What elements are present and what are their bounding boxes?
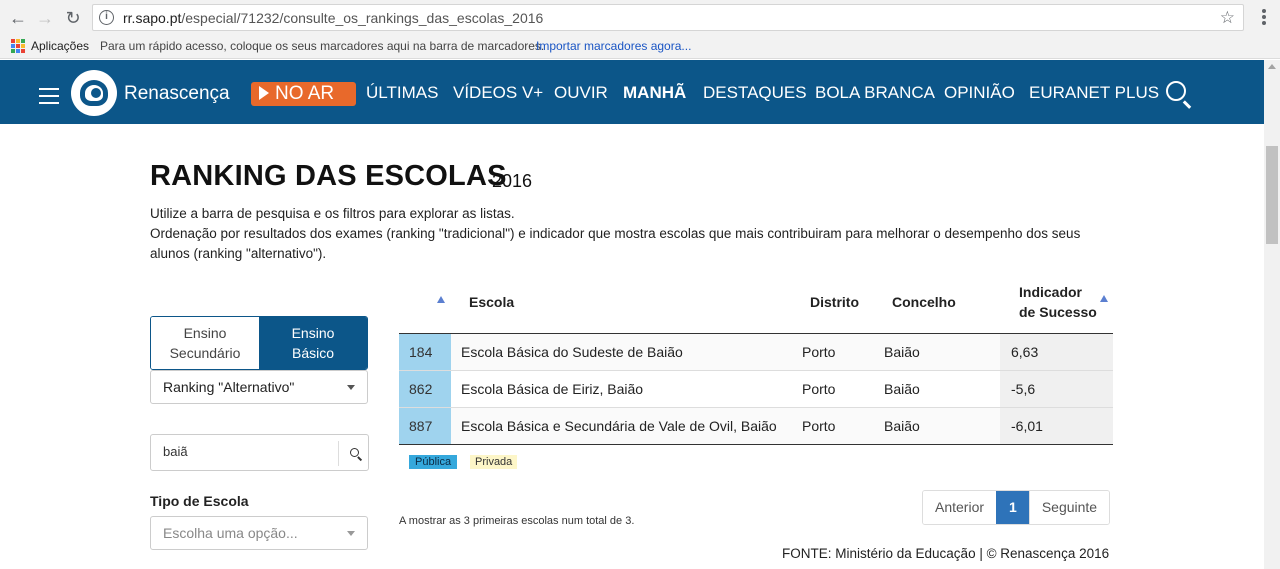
legend-publica: Pública xyxy=(409,455,458,469)
nav-euranet-plus[interactable]: EURANET PLUS xyxy=(1029,83,1159,103)
url-path: /especial/71232/consulte_os_rankings_das… xyxy=(181,10,544,26)
pagination: Anterior 1 Seguinte xyxy=(922,490,1111,525)
nav-opiniao[interactable]: OPINIÃO xyxy=(944,83,1015,103)
table-row[interactable]: 887 Escola Básica e Secundária de Vale d… xyxy=(399,408,1113,445)
ranking-select[interactable]: Ranking "Alternativo" xyxy=(150,370,368,404)
tab-line: Ensino xyxy=(183,325,227,341)
page-scrollbar[interactable] xyxy=(1264,60,1280,569)
intro-text: Utilize a barra de pesquisa e os filtros… xyxy=(150,204,1120,264)
table-header: Escola Distrito Concelho Indicador de Su… xyxy=(399,280,1113,334)
apps-grid-icon[interactable] xyxy=(11,39,25,53)
legend-privada: Privada xyxy=(470,455,518,469)
bookmarks-hint: Para um rápido acesso, coloque os seus m… xyxy=(100,39,545,53)
row-indicator: -5,6 xyxy=(1000,371,1113,407)
url-text[interactable]: rr.sapo.pt/especial/71232/consulte_os_ra… xyxy=(123,10,543,26)
sort-asc-icon[interactable] xyxy=(1100,295,1108,302)
row-indicator: 6,63 xyxy=(1000,334,1113,370)
school-type-label: Tipo de Escola xyxy=(150,493,249,509)
row-district: Porto xyxy=(802,381,836,397)
bookmark-star-icon[interactable]: ☆ xyxy=(1220,8,1235,28)
row-municipality: Baião xyxy=(884,344,920,360)
nav-manha[interactable]: MANHÃ xyxy=(623,83,686,103)
results-count: A mostrar as 3 primeiras escolas num tot… xyxy=(399,515,635,527)
school-type-placeholder: Escolha uma opção... xyxy=(163,525,298,541)
row-municipality: Baião xyxy=(884,381,920,397)
page-year: 2016 xyxy=(492,171,533,191)
row-rank: 887 xyxy=(399,408,451,444)
scroll-up-icon[interactable] xyxy=(1268,64,1276,69)
brand-name[interactable]: Renascença xyxy=(124,83,230,105)
url-host: rr.sapo.pt xyxy=(123,10,182,26)
play-icon xyxy=(259,86,269,100)
pagination-page-1[interactable]: 1 xyxy=(996,491,1030,524)
tab-line: Secundário xyxy=(169,345,241,361)
col-escola[interactable]: Escola xyxy=(469,292,514,312)
renascenca-logo[interactable] xyxy=(71,70,117,116)
table-body: 184 Escola Básica do Sudeste de Baião Po… xyxy=(399,334,1113,445)
col-concelho[interactable]: Concelho xyxy=(892,292,956,312)
row-school: Escola Básica e Secundária de Vale de Ov… xyxy=(461,418,777,434)
chevron-down-icon xyxy=(347,531,355,536)
search-icon[interactable] xyxy=(350,448,359,457)
search-divider xyxy=(338,441,339,466)
col-indicador-line2: de Sucesso xyxy=(1019,304,1097,320)
nav-ultimas[interactable]: ÚLTIMAS xyxy=(366,83,438,103)
row-municipality: Baião xyxy=(884,418,920,434)
tab-line: Básico xyxy=(291,345,335,361)
row-district: Porto xyxy=(802,418,836,434)
info-icon[interactable]: i xyxy=(99,10,114,25)
col-indicador-line1: Indicador xyxy=(1019,284,1083,300)
intro-line-1: Utilize a barra de pesquisa e os filtros… xyxy=(150,206,515,221)
live-button[interactable]: NO AR xyxy=(251,82,356,106)
intro-line-2: Ordenação por resultados dos exames (ran… xyxy=(150,226,1081,261)
row-district: Porto xyxy=(802,344,836,360)
reload-icon[interactable]: ↻ xyxy=(63,8,83,28)
page-title: RANKING DAS ESCOLAS xyxy=(150,160,507,192)
forward-arrow-icon[interactable]: → xyxy=(35,8,55,28)
school-search xyxy=(150,434,369,471)
import-bookmarks-link[interactable]: Importar marcadores agora... xyxy=(536,39,691,53)
hamburger-menu-icon[interactable] xyxy=(39,88,59,109)
tab-line: Ensino xyxy=(291,325,335,341)
address-bar[interactable]: i rr.sapo.pt/especial/71232/consulte_os_… xyxy=(92,4,1244,31)
col-indicador[interactable]: Indicador de Sucesso xyxy=(1019,282,1097,322)
site-header: Renascença NO AR ÚLTIMAS VÍDEOS V+ OUVIR… xyxy=(0,60,1264,124)
table-row[interactable]: 184 Escola Básica do Sudeste de Baião Po… xyxy=(399,334,1113,371)
ranking-select-value: Ranking "Alternativo" xyxy=(163,379,295,395)
tab-ensino-secundario[interactable]: Ensino Secundário xyxy=(151,317,259,369)
table-row[interactable]: 862 Escola Básica de Eiriz, Baião Porto … xyxy=(399,371,1113,408)
tab-ensino-basico[interactable]: Ensino Básico xyxy=(259,317,367,369)
nav-destaques[interactable]: DESTAQUES xyxy=(703,83,807,103)
row-school: Escola Básica de Eiriz, Baião xyxy=(461,381,644,397)
apps-bookmark[interactable]: Aplicações xyxy=(31,39,89,53)
col-distrito[interactable]: Distrito xyxy=(810,292,859,312)
education-level-toggle: Ensino Secundário Ensino Básico xyxy=(150,316,368,370)
live-label: NO AR xyxy=(275,83,335,104)
school-search-input[interactable] xyxy=(163,444,333,459)
row-rank: 184 xyxy=(399,334,451,370)
pagination-next[interactable]: Seguinte xyxy=(1029,491,1110,524)
row-rank: 862 xyxy=(399,371,451,407)
browser-toolbar: ← → ↻ i rr.sapo.pt/especial/71232/consul… xyxy=(0,0,1280,35)
source-credit: FONTE: Ministério da Educação | © Renasc… xyxy=(782,546,1110,561)
sort-asc-icon[interactable] xyxy=(437,296,445,303)
school-type-select[interactable]: Escolha uma opção... xyxy=(150,516,368,550)
chevron-down-icon xyxy=(347,385,355,390)
scrollbar-thumb[interactable] xyxy=(1266,146,1278,244)
nav-videos[interactable]: VÍDEOS V+ xyxy=(453,83,543,103)
search-icon[interactable] xyxy=(1166,81,1186,101)
pagination-prev[interactable]: Anterior xyxy=(923,491,997,524)
back-arrow-icon[interactable]: ← xyxy=(8,8,28,28)
row-indicator: -6,01 xyxy=(1000,408,1113,444)
bookmarks-bar: Aplicações Para um rápido acesso, coloqu… xyxy=(0,35,1280,59)
nav-bola-branca[interactable]: BOLA BRANCA xyxy=(815,83,935,103)
browser-menu-icon[interactable] xyxy=(1262,9,1266,27)
nav-ouvir[interactable]: OUVIR xyxy=(554,83,608,103)
row-school: Escola Básica do Sudeste de Baião xyxy=(461,344,683,360)
